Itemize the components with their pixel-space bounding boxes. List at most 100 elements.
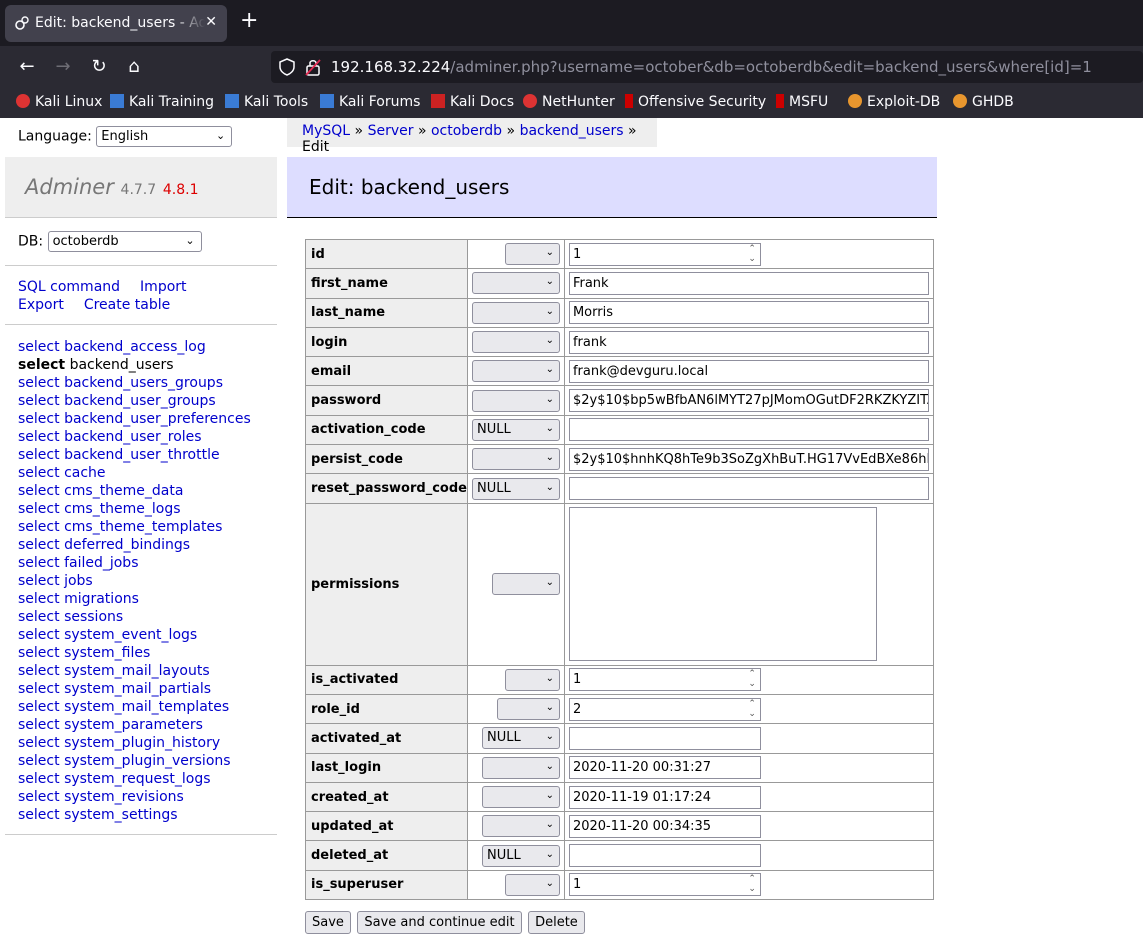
table-list-item[interactable]: select system_settings <box>18 806 251 824</box>
table-name-link[interactable]: cache <box>64 465 105 481</box>
new-version-link[interactable]: 4.8.1 <box>163 182 199 198</box>
table-name-link[interactable]: system_event_logs <box>64 627 197 643</box>
select-link[interactable]: select <box>18 501 60 517</box>
table-name-link[interactable]: sessions <box>64 609 123 625</box>
table-name-link[interactable]: system_parameters <box>64 717 203 733</box>
select-link[interactable]: select <box>18 537 60 553</box>
select-link[interactable]: select <box>18 807 60 823</box>
table-name-link[interactable]: cms_theme_templates <box>64 519 222 535</box>
table-name-link[interactable]: system_mail_partials <box>64 681 211 697</box>
close-tab-icon[interactable]: ✕ <box>205 14 217 30</box>
table-list-item[interactable]: select backend_user_groups <box>18 392 251 410</box>
select-link[interactable]: select <box>18 357 65 373</box>
table-list-item[interactable]: select backend_user_throttle <box>18 446 251 464</box>
new-tab-button[interactable]: + <box>240 10 258 32</box>
export-link[interactable]: Export <box>18 297 64 313</box>
db-select[interactable]: octoberdb ⌄ <box>47 231 202 252</box>
function-select[interactable]: ⌄ <box>496 698 560 721</box>
spinner-icon[interactable]: ⌃ ⌄ <box>748 874 756 894</box>
language-select[interactable]: English ⌄ <box>96 126 233 147</box>
table-name-link[interactable]: system_plugin_history <box>64 735 220 751</box>
bookmark-exploit-db[interactable]: Exploit-DB <box>848 94 940 110</box>
shield-icon[interactable] <box>279 58 295 76</box>
table-list-item[interactable]: select migrations <box>18 590 251 608</box>
table-name-link[interactable]: system_mail_layouts <box>64 663 210 679</box>
table-name-link[interactable]: system_mail_templates <box>64 699 229 715</box>
function-select[interactable]: NULL ⌄ <box>481 844 560 867</box>
is-superuser-input[interactable]: 1 ⌃ ⌄ <box>568 873 761 897</box>
bookmark-offensive-security[interactable]: Offensive Security <box>625 94 766 110</box>
delete-button[interactable]: Delete <box>528 911 585 934</box>
select-link[interactable]: select <box>18 591 60 607</box>
select-link[interactable]: select <box>18 699 60 715</box>
spinner-icon[interactable]: ⌃ ⌄ <box>748 699 756 719</box>
table-name-link[interactable]: backend_user_throttle <box>64 447 220 463</box>
create-table-link[interactable]: Create table <box>84 297 170 313</box>
select-link[interactable]: select <box>18 375 60 391</box>
created-at-input[interactable]: 2020-11-19 01:17:24 <box>568 785 761 809</box>
function-select[interactable]: NULL ⌄ <box>471 418 560 441</box>
table-name-link[interactable]: jobs <box>64 573 93 589</box>
table-name-link[interactable]: system_settings <box>64 807 177 823</box>
activated-at-input[interactable] <box>568 726 761 750</box>
function-select[interactable]: ⌄ <box>471 331 560 354</box>
table-name-link[interactable]: deferred_bindings <box>64 537 190 553</box>
table-list-item[interactable]: select cms_theme_templates <box>18 518 251 536</box>
first-name-input[interactable]: Frank <box>568 271 929 295</box>
select-link[interactable]: select <box>18 753 60 769</box>
select-link[interactable]: select <box>18 609 60 625</box>
save-button[interactable]: Save <box>305 911 351 934</box>
login-input[interactable]: frank <box>568 330 929 354</box>
select-link[interactable]: select <box>18 771 60 787</box>
back-icon[interactable]: ← <box>16 56 38 78</box>
spinner-icon[interactable]: ⌃ ⌄ <box>748 244 756 264</box>
table-list-item[interactable]: select backend_user_preferences <box>18 410 251 428</box>
bookmark-msfu[interactable]: MSFU <box>776 94 828 110</box>
table-list-item[interactable]: select system_plugin_versions <box>18 752 251 770</box>
select-link[interactable]: select <box>18 627 60 643</box>
bookmark-kali-linux[interactable]: Kali Linux <box>16 94 102 110</box>
save-and-continue-button[interactable]: Save and continue edit <box>357 911 522 934</box>
table-list-item[interactable]: select backend_user_roles <box>18 428 251 446</box>
table-name-link[interactable]: backend_user_groups <box>64 393 216 409</box>
function-select[interactable]: NULL ⌄ <box>471 477 560 500</box>
table-list-item[interactable]: select cache <box>18 464 251 482</box>
table-list-item[interactable]: select system_mail_layouts <box>18 662 251 680</box>
table-name-link[interactable]: backend_users_groups <box>64 375 223 391</box>
function-select[interactable]: ⌄ <box>504 668 560 691</box>
table-list-item[interactable]: select system_plugin_history <box>18 734 251 752</box>
select-link[interactable]: select <box>18 339 60 355</box>
select-link[interactable]: select <box>18 735 60 751</box>
deleted-at-input[interactable] <box>568 844 761 868</box>
bookmark-kali-tools[interactable]: Kali Tools <box>225 94 308 110</box>
last-login-input[interactable]: 2020-11-20 00:31:27 <box>568 756 761 780</box>
last-name-input[interactable]: Morris <box>568 301 929 325</box>
table-list-item[interactable]: select backend_users_groups <box>18 374 251 392</box>
select-link[interactable]: select <box>18 555 60 571</box>
is-activated-input[interactable]: 1 ⌃ ⌄ <box>568 668 761 692</box>
function-select[interactable]: ⌄ <box>504 243 560 266</box>
address-bar[interactable]: 192.168.32.224/adminer.php?username=octo… <box>271 51 1143 83</box>
function-select[interactable]: ⌄ <box>471 301 560 324</box>
table-name-link[interactable]: system_files <box>64 645 150 661</box>
table-list-item[interactable]: select system_files <box>18 644 251 662</box>
spinner-icon[interactable]: ⌃ ⌄ <box>748 669 756 689</box>
sql-command-link[interactable]: SQL command <box>18 279 120 295</box>
table-name-link[interactable]: cms_theme_data <box>64 483 183 499</box>
table-list-item[interactable]: select cms_theme_data <box>18 482 251 500</box>
id-input[interactable]: 1 ⌃ ⌄ <box>568 242 761 266</box>
select-link[interactable]: select <box>18 573 60 589</box>
home-icon[interactable]: ⌂ <box>123 56 145 78</box>
table-name-link[interactable]: system_request_logs <box>64 771 210 787</box>
table-name-link[interactable]: cms_theme_logs <box>64 501 181 517</box>
breadcrumb-db[interactable]: octoberdb <box>431 123 502 139</box>
breadcrumb-mysql[interactable]: MySQL <box>302 123 350 139</box>
select-link[interactable]: select <box>18 465 60 481</box>
insecure-lock-icon[interactable] <box>305 58 321 76</box>
function-select[interactable]: ⌄ <box>471 389 560 412</box>
role-id-input[interactable]: 2 ⌃ ⌄ <box>568 697 761 721</box>
table-list-item[interactable]: select jobs <box>18 572 251 590</box>
function-select[interactable]: ⌄ <box>491 573 560 596</box>
persist-code-input[interactable]: $2y$10$hnhKQ8hTe9b3SoZgXhBuT.HG17VvEdBXe… <box>568 447 929 471</box>
table-list-item[interactable]: select backend_users <box>18 356 251 374</box>
